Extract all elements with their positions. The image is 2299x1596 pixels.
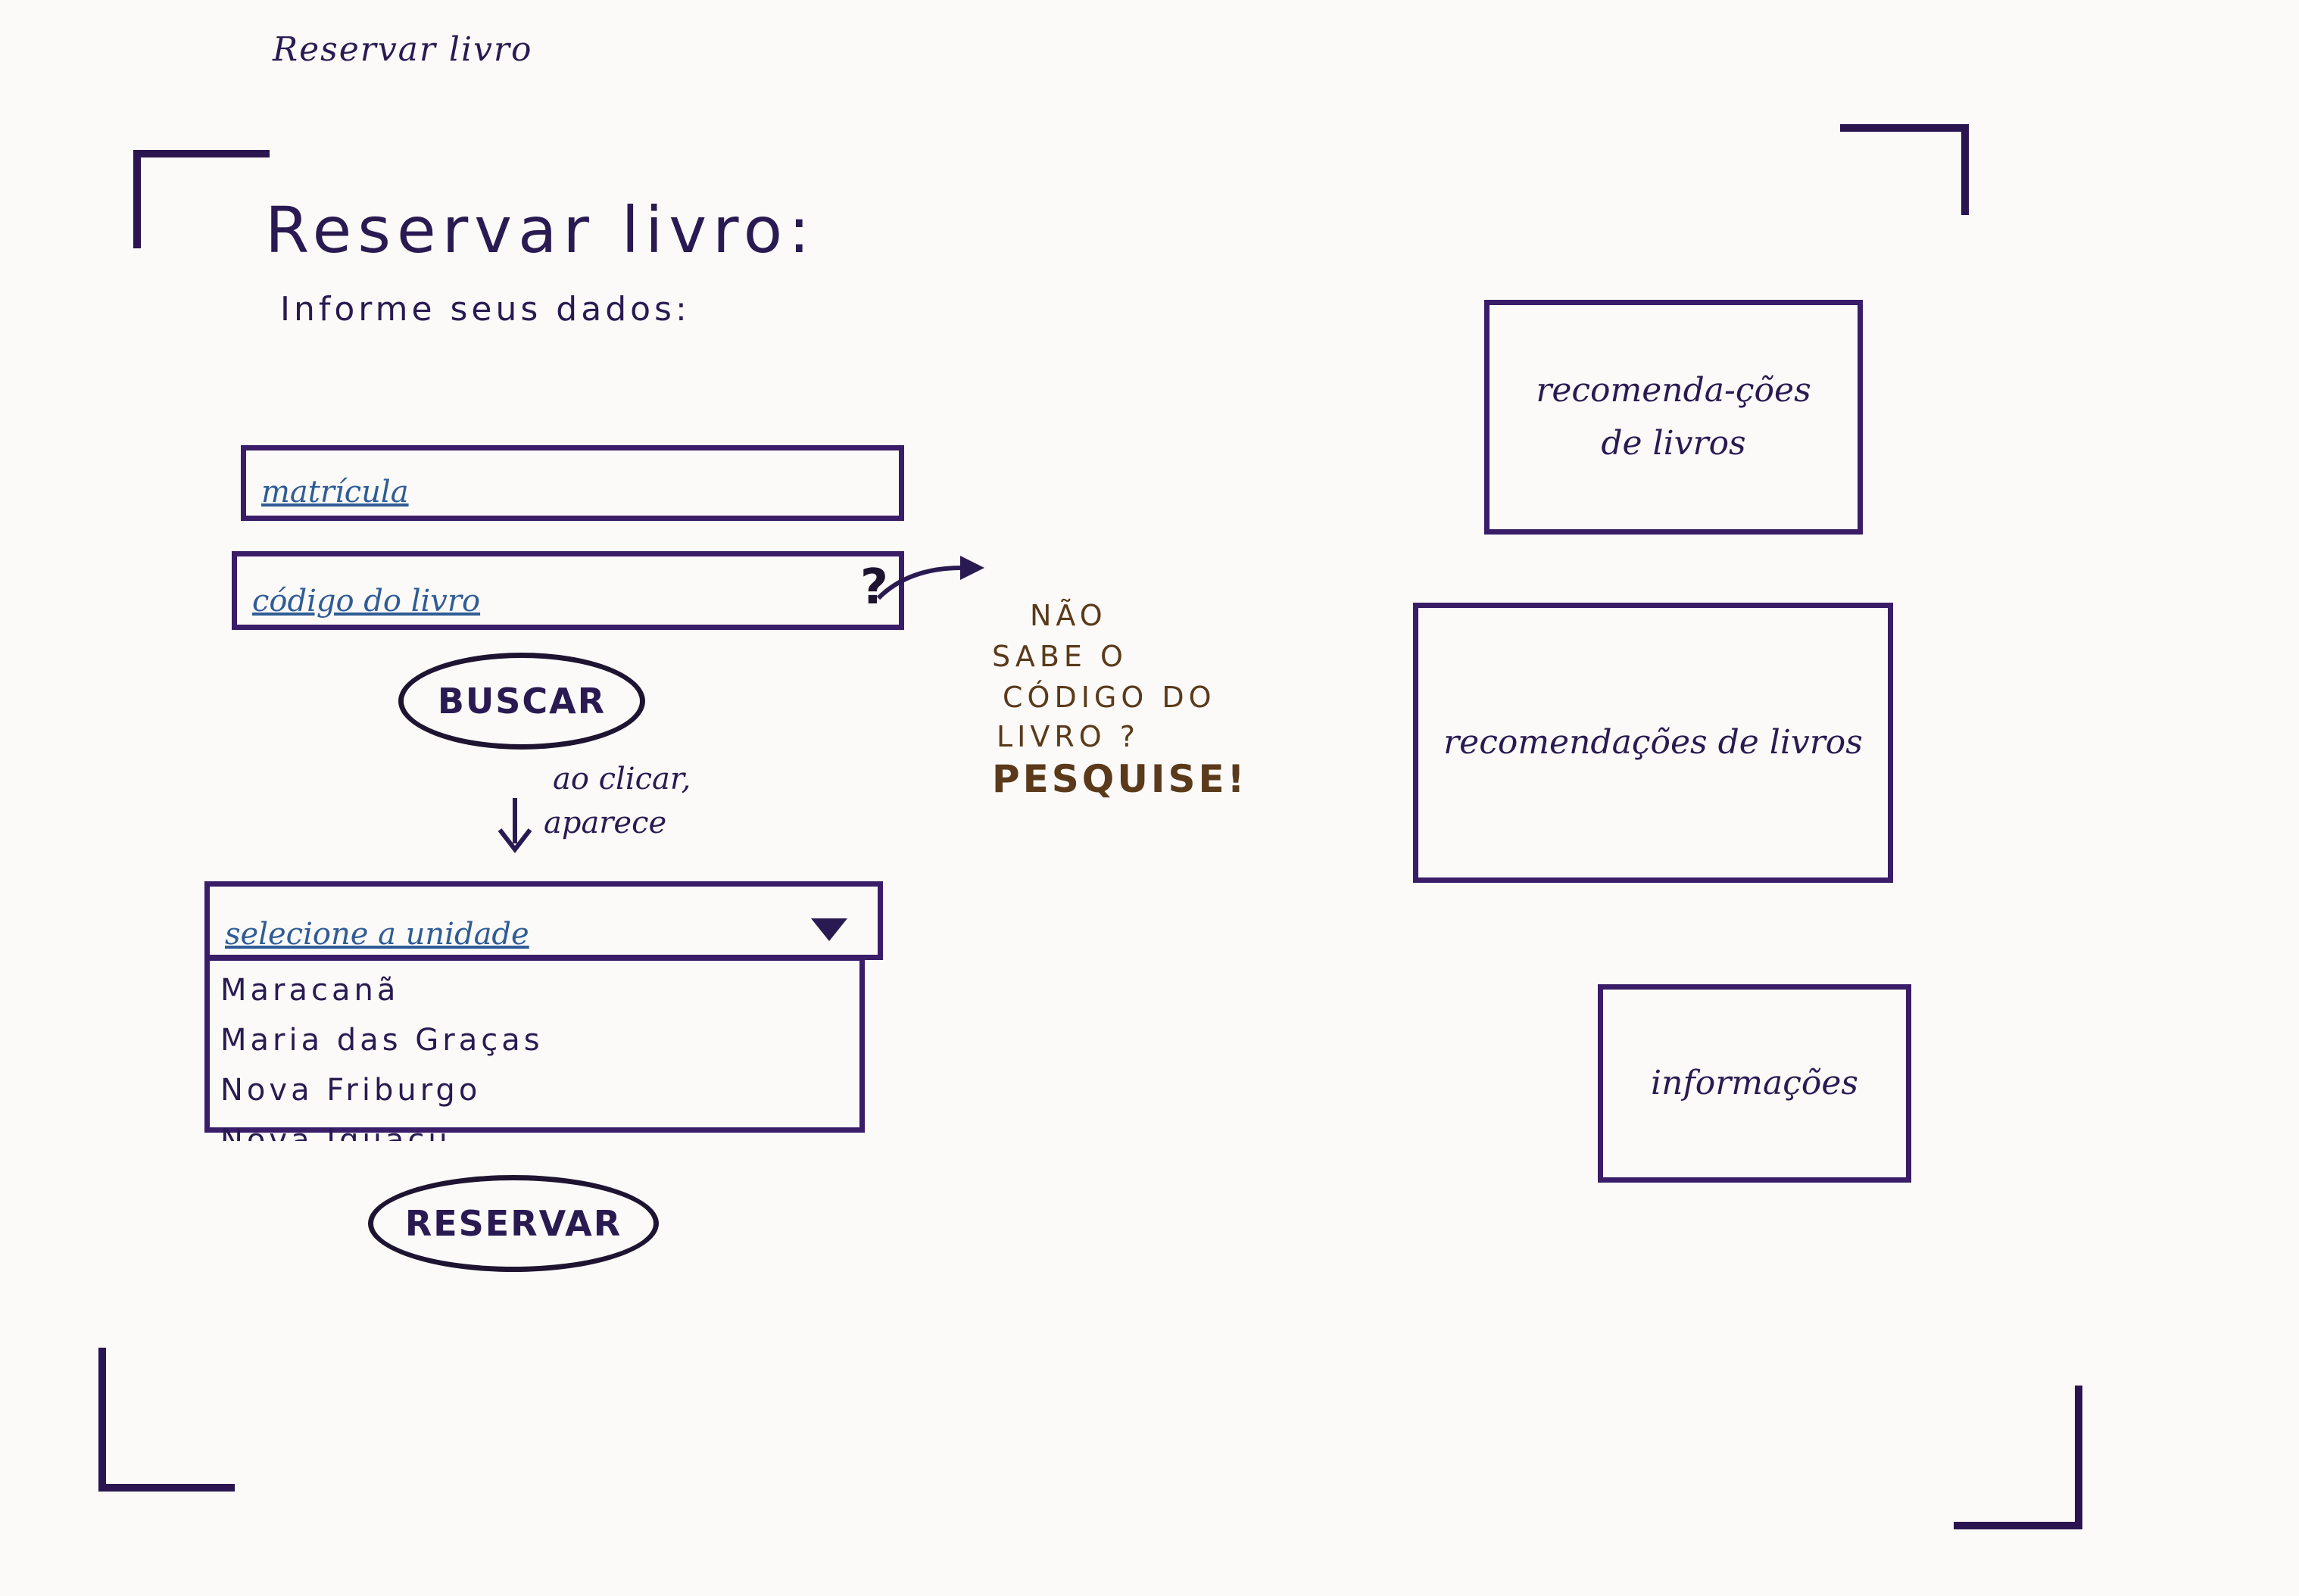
unit-options-list: Maracanã Maria das Graças Nova Friburgo …: [204, 955, 865, 1141]
page-subtitle: Informe seus dados:: [280, 290, 691, 329]
reserve-button[interactable]: RESERVAR: [368, 1175, 659, 1272]
hint-line-3: CÓDIGO DO: [1003, 681, 1216, 714]
frame-corner-bottom-right: [1954, 1386, 2082, 1529]
sketch-caption: Reservar livro: [273, 30, 533, 69]
info-panel-label: informações: [1651, 1064, 1858, 1102]
dropdown-arrow-icon[interactable]: [811, 918, 847, 941]
frame-corner-top-right: [1840, 124, 1969, 215]
recommendations-panel-1[interactable]: recomenda-ções de livros: [1484, 300, 1863, 535]
unit-select[interactable]: selecione a unidade: [204, 881, 883, 960]
search-hint-link[interactable]: PESQUISE!: [992, 757, 1248, 801]
unit-option[interactable]: Maracanã: [220, 965, 859, 1015]
annotation-line-1: ao clicar,: [553, 762, 691, 796]
matricula-input[interactable]: matrícula: [241, 445, 904, 521]
recommendations-panel-2-label: recomendações de livros: [1443, 723, 1863, 762]
recommendations-panel-2[interactable]: recomendações de livros: [1413, 603, 1893, 883]
unit-option[interactable]: Maria das Graças: [220, 1015, 859, 1065]
frame-corner-bottom-left: [98, 1348, 235, 1492]
book-code-input[interactable]: código do livro ?: [232, 551, 904, 630]
page-title: Reservar livro:: [265, 193, 816, 267]
search-button[interactable]: BUSCAR: [398, 653, 645, 750]
frame-corner-top-left: [133, 150, 270, 248]
matricula-placeholder: matrícula: [261, 475, 409, 510]
hint-line-2: SABE O: [992, 640, 1128, 673]
down-arrow-icon: [498, 798, 532, 853]
annotation-line-2: aparece: [544, 806, 667, 840]
unit-option[interactable]: Nova Friburgo: [220, 1065, 859, 1115]
hint-line-4: LIVRO ?: [997, 720, 1140, 753]
info-panel[interactable]: informações: [1598, 984, 1911, 1183]
unit-option[interactable]: Nova Iguaçu: [220, 1115, 859, 1141]
recommendations-panel-1-label: recomenda-ções de livros: [1536, 371, 1811, 463]
unit-select-placeholder: selecione a unidade: [225, 917, 529, 952]
arrow-to-hint-icon: [876, 556, 984, 600]
book-code-placeholder: código do livro: [252, 584, 481, 619]
hint-line-1: NÃO: [1030, 599, 1107, 632]
